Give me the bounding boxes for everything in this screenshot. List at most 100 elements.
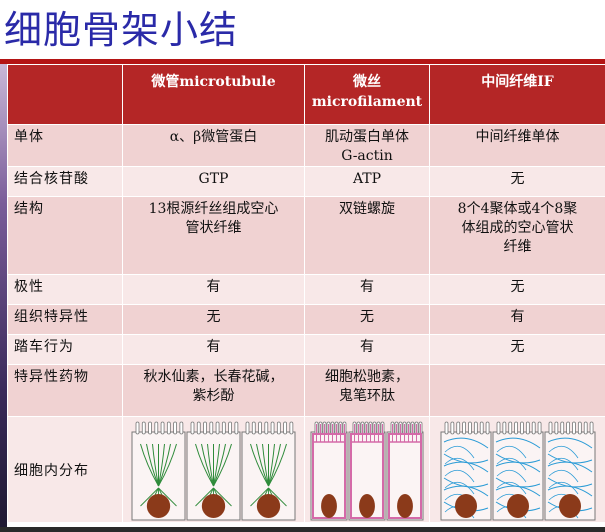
microvillus <box>190 421 194 435</box>
microvillus <box>227 421 232 435</box>
nucleus <box>506 494 529 518</box>
microvillus <box>589 421 593 435</box>
cell-text-line: 有 <box>206 339 221 355</box>
cell-text-line: 细胞松驰素， <box>325 369 409 385</box>
table-cell: GTP <box>122 166 305 197</box>
cell-text-line: 中间纤维单体 <box>475 129 560 145</box>
row-label: 结合核苷酸 <box>7 166 123 197</box>
cell-text-line: microfilament <box>311 94 423 110</box>
table-cell: 肌动蛋白单体 G-actin <box>304 124 430 167</box>
cell-text-line: 管状纤维 <box>185 220 242 236</box>
table-cell: 无 <box>429 334 605 365</box>
table-cell: 无 <box>304 304 430 335</box>
table-row: 组织特异性 无 无 有 <box>7 304 605 335</box>
microvillus <box>141 421 146 435</box>
row-label: 结构 <box>7 196 123 275</box>
microvillus <box>172 421 177 435</box>
intermediate-filament-cells-illustration <box>440 421 595 521</box>
header-cell <box>7 64 123 125</box>
cell-text-line: 肌动蛋白单体 <box>325 129 409 145</box>
table-cell: ATP <box>304 166 430 197</box>
microvillus <box>467 421 472 435</box>
table-cell: 双链螺旋 <box>304 196 430 275</box>
table-row: 结构 13根源纤丝组成空心 管状纤维 双链螺旋 8个4聚体或4个8聚 体组成的空心管… <box>7 196 605 275</box>
microvillus <box>288 421 293 435</box>
nucleus <box>201 494 225 518</box>
cell <box>241 421 295 521</box>
cell-text-line: 紫杉酚 <box>192 388 235 404</box>
cell-text-line: 双链螺旋 <box>339 201 395 217</box>
cell-text-line: 有 <box>510 309 525 325</box>
microvillus <box>178 421 183 435</box>
cell-text-line: 无 <box>510 339 525 355</box>
table-cell: 有 <box>122 334 305 365</box>
cell-text-line: 8个4聚体或4个8聚 <box>457 201 578 217</box>
microvillus <box>160 421 164 435</box>
microvillus <box>565 421 570 435</box>
table-cell <box>429 364 605 417</box>
microvillus <box>135 421 139 435</box>
microvillus <box>202 421 207 435</box>
cytoskeleton-summary-table: 微管microtubule 微丝 microfilament 中间纤维IF 单体 … <box>7 64 605 523</box>
nucleus <box>454 494 477 518</box>
table-cell: 无 <box>429 274 605 305</box>
header-cell: 中间纤维IF <box>429 64 605 125</box>
microvillus <box>583 421 588 435</box>
cell-text-line: 鬼笔环肽 <box>339 388 395 404</box>
microvillus <box>485 421 489 435</box>
microtubule-distribution-cell <box>122 416 305 523</box>
table-row: 结合核苷酸 GTP ATP 无 <box>7 166 605 197</box>
microvillus <box>166 421 171 435</box>
microvillus <box>553 421 558 435</box>
microfilament-cells-illustration <box>310 421 424 521</box>
cell-text-line: 微管microtubule <box>151 74 276 90</box>
row-label: 单体 <box>7 124 123 167</box>
microvillus <box>263 421 268 435</box>
cell-text-line: 中间纤维IF <box>481 74 554 90</box>
microvillus <box>479 421 484 435</box>
cell-text-line: G-actin <box>341 148 393 164</box>
microvillus <box>245 421 249 435</box>
cell-text-line: 有 <box>360 339 374 355</box>
microvillus <box>496 421 500 435</box>
cell-text-line: 13根源纤丝组成空心 <box>148 201 279 217</box>
row-label: 极性 <box>7 274 123 305</box>
table-cell: 有 <box>304 334 430 365</box>
cell <box>310 421 348 521</box>
cell-text-line: 无 <box>206 309 221 325</box>
microvillus <box>449 421 454 435</box>
cell-text-line: ATP <box>352 171 382 187</box>
nucleus <box>146 494 170 518</box>
slide-title: 细胞骨架小结 <box>4 8 239 52</box>
microvillus <box>215 421 219 435</box>
microvillus <box>531 421 536 435</box>
header-row: 微管microtubule 微丝 microfilament 中间纤维IF <box>7 64 605 125</box>
cell-text-line: 无 <box>510 171 525 187</box>
microtubule-cells-illustration <box>131 421 295 521</box>
microvillus <box>577 421 582 435</box>
microfilament-distribution-cell <box>304 416 430 523</box>
cell-text-line: 纤维 <box>503 239 532 255</box>
microvillus <box>571 421 576 435</box>
microvillus <box>519 421 524 435</box>
cell-text-line: 秋水仙素，长春花碱， <box>143 369 284 385</box>
table-row: 特异性药物 秋水仙素，长春花碱， 紫杉酚 细胞松驰素， 鬼笔环肽 <box>7 364 605 417</box>
cell <box>186 421 240 521</box>
table-cell: 无 <box>122 304 305 335</box>
microvillus <box>221 421 226 435</box>
nucleus <box>397 494 413 518</box>
nucleus <box>321 494 337 518</box>
table-cell: 13根源纤丝组成空心 管状纤维 <box>122 196 305 275</box>
microvillus <box>513 421 518 435</box>
nucleus <box>558 494 581 518</box>
microvillus <box>276 421 281 435</box>
nucleus <box>256 494 280 518</box>
table-row: 极性 有 有 无 <box>7 274 605 305</box>
table-cell: 秋水仙素，长春花碱， 紫杉酚 <box>122 364 305 417</box>
cell-text-line: 有 <box>360 279 374 295</box>
header-cell: 微丝 microfilament <box>304 64 430 125</box>
microvillus <box>257 421 262 435</box>
row-label: 细胞内分布 <box>7 416 123 523</box>
microvillus <box>270 421 274 435</box>
table-cell: 有 <box>304 274 430 305</box>
